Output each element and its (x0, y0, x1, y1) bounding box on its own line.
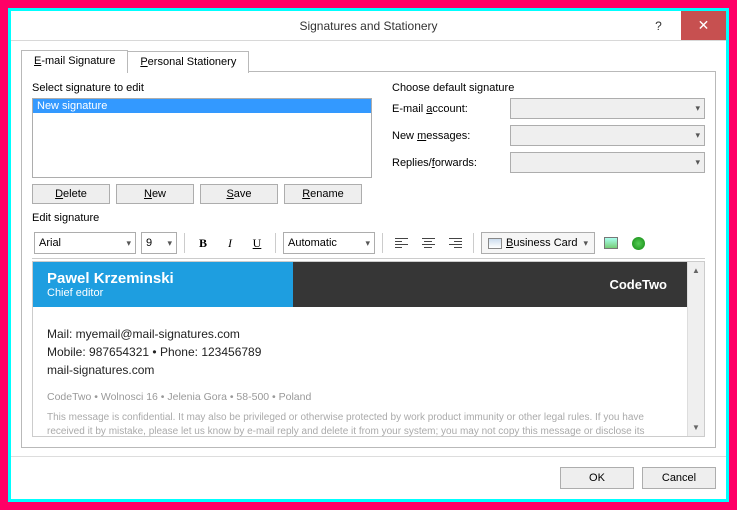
ok-button[interactable]: OK (560, 467, 634, 489)
replies-forwards-label: Replies/forwards: (392, 157, 502, 169)
align-left-button[interactable] (390, 232, 412, 254)
tab-strip: E-mail Signature Personal Stationery (21, 49, 716, 72)
sig-brand: CodeTwo (293, 262, 687, 307)
globe-icon (632, 237, 645, 250)
edit-signature-label: Edit signature (32, 212, 705, 224)
separator (473, 233, 474, 253)
sig-name: Pawel Krzeminski (47, 270, 279, 287)
picture-icon (604, 237, 618, 249)
italic-button[interactable]: I (219, 232, 241, 254)
new-button[interactable]: New (116, 184, 194, 204)
sig-site: mail-signatures.com (47, 361, 673, 379)
titlebar-controls: ? ✕ (636, 11, 726, 40)
signature-list[interactable]: New signature (32, 98, 372, 178)
top-row: Select signature to edit New signature D… (32, 82, 705, 204)
scroll-track[interactable] (688, 279, 704, 419)
cancel-button[interactable]: Cancel (642, 467, 716, 489)
chevron-down-icon: ▾ (365, 238, 370, 249)
tab-personal-stationery[interactable]: Personal Stationery (127, 51, 249, 73)
help-button[interactable]: ? (636, 11, 681, 40)
chevron-down-icon: ▾ (126, 238, 131, 249)
dialog-content: E-mail Signature Personal Stationery Sel… (11, 41, 726, 456)
save-button[interactable]: Save (200, 184, 278, 204)
chevron-down-icon: ▾ (695, 103, 700, 114)
separator (275, 233, 276, 253)
replies-forwards-combo[interactable]: ▾ (510, 152, 705, 173)
sig-header: Pawel Krzeminski Chief editor CodeTwo (33, 262, 687, 307)
sig-phone: Mobile: 987654321 • Phone: 123456789 (47, 343, 673, 361)
window-title: Signatures and Stationery (101, 19, 636, 33)
dialog-window: Signatures and Stationery ? ✕ E-mail Sig… (8, 8, 729, 502)
sig-legal: This message is confidential. It may als… (33, 407, 687, 436)
dialog-button-row: OK Cancel (11, 456, 726, 499)
align-left-icon (395, 238, 408, 248)
editor-scrollbar[interactable]: ▲ ▼ (687, 262, 704, 436)
bold-button[interactable]: B (192, 232, 214, 254)
chevron-down-icon: ▾ (167, 238, 172, 249)
align-center-icon (422, 238, 435, 248)
new-messages-label: New messages: (392, 130, 502, 142)
sig-address: CodeTwo • Wolnosci 16 • Jelenia Gora • 5… (33, 387, 687, 407)
sig-name-block: Pawel Krzeminski Chief editor (33, 262, 293, 307)
insert-picture-button[interactable] (600, 232, 622, 254)
email-account-label: E-mail account: (392, 103, 502, 115)
rename-button[interactable]: Rename (284, 184, 362, 204)
font-family-combo[interactable]: Arial ▾ (34, 232, 136, 254)
default-signature-label: Choose default signature (392, 82, 705, 94)
close-button[interactable]: ✕ (681, 11, 726, 40)
signature-buttons: Delete New Save Rename (32, 184, 372, 204)
titlebar: Signatures and Stationery ? ✕ (11, 11, 726, 41)
tab-email-signature[interactable]: E-mail Signature (21, 50, 128, 72)
email-account-combo[interactable]: ▾ (510, 98, 705, 119)
select-signature-label: Select signature to edit (32, 82, 372, 94)
format-toolbar: Arial ▾ 9 ▾ B I U Automatic ▾ (32, 228, 705, 259)
underline-button[interactable]: U (246, 232, 268, 254)
sig-role: Chief editor (47, 287, 279, 299)
insert-hyperlink-button[interactable] (627, 232, 649, 254)
font-size-combo[interactable]: 9 ▾ (141, 232, 177, 254)
align-center-button[interactable] (417, 232, 439, 254)
signature-editor[interactable]: Pawel Krzeminski Chief editor CodeTwo Ma… (33, 262, 687, 436)
business-card-button[interactable]: Business Card ▾ (481, 232, 595, 254)
business-card-icon (488, 238, 502, 249)
new-messages-combo[interactable]: ▾ (510, 125, 705, 146)
chevron-down-icon: ▾ (695, 157, 700, 168)
tab-panel: Select signature to edit New signature D… (21, 72, 716, 448)
scroll-up-icon[interactable]: ▲ (688, 262, 704, 279)
signature-list-item[interactable]: New signature (33, 99, 371, 113)
align-right-icon (449, 238, 462, 248)
align-right-button[interactable] (444, 232, 466, 254)
sig-body: Mail: myemail@mail-signatures.com Mobile… (33, 307, 687, 387)
chevron-down-icon: ▾ (695, 130, 700, 141)
scroll-down-icon[interactable]: ▼ (688, 419, 704, 436)
chevron-down-icon: ▾ (584, 238, 589, 249)
default-signature-group: Choose default signature E-mail account:… (392, 82, 705, 204)
separator (184, 233, 185, 253)
font-color-combo[interactable]: Automatic ▾ (283, 232, 375, 254)
delete-button[interactable]: Delete (32, 184, 110, 204)
sig-mail: Mail: myemail@mail-signatures.com (47, 325, 673, 343)
separator (382, 233, 383, 253)
signature-editor-wrap: Pawel Krzeminski Chief editor CodeTwo Ma… (32, 261, 705, 437)
select-signature-group: Select signature to edit New signature D… (32, 82, 372, 204)
